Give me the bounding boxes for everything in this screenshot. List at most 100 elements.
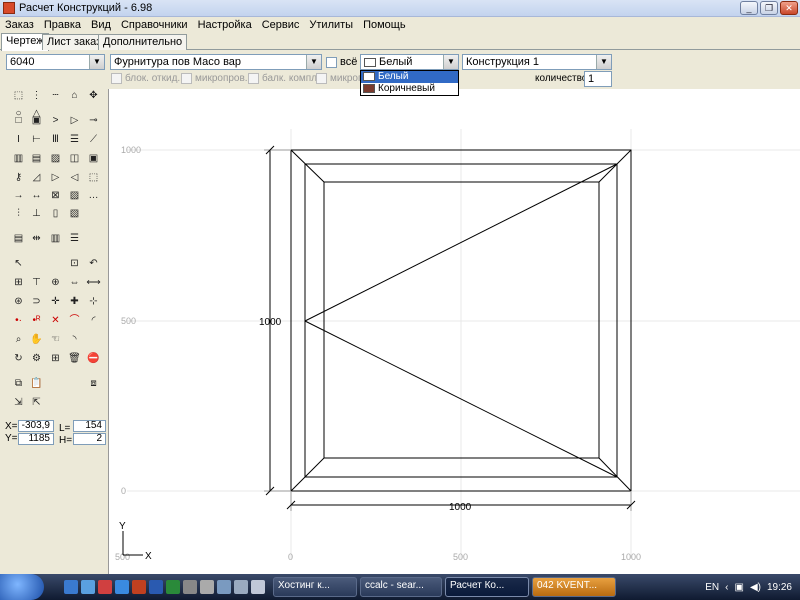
- hand-icon[interactable]: ✋: [29, 333, 44, 348]
- move-cross-icon[interactable]: ✥: [86, 89, 101, 104]
- radius-arc-icon[interactable]: ◜: [86, 314, 101, 329]
- option-checkbox-1[interactable]: [111, 73, 122, 84]
- vertical-line-icon[interactable]: ⋮: [29, 89, 44, 104]
- split-icon[interactable]: ⫶: [11, 207, 26, 222]
- export-icon[interactable]: ⇲: [11, 396, 26, 411]
- list-layout-icon[interactable]: ☰: [67, 232, 82, 247]
- rows-icon[interactable]: ☰: [67, 133, 82, 148]
- color-option-brown[interactable]: Коричневый: [361, 83, 458, 95]
- select-frame-icon[interactable]: ⊞: [11, 276, 26, 291]
- menu-order[interactable]: Заказ: [0, 19, 39, 31]
- height-arc-icon[interactable]: ◝: [67, 333, 82, 348]
- point-pair-icon[interactable]: •·: [11, 314, 26, 329]
- columns-layout-icon[interactable]: ▥: [48, 232, 63, 247]
- chevron-down-icon[interactable]: ▼: [306, 55, 321, 69]
- join-icon[interactable]: ⊥: [29, 207, 44, 222]
- menu-settings[interactable]: Настройка: [193, 19, 257, 31]
- columns-icon[interactable]: Ⅲ: [48, 133, 63, 148]
- taskbar-button-calc[interactable]: Расчет Ко...: [445, 577, 529, 597]
- hatched-box-icon[interactable]: ▨: [67, 189, 82, 204]
- pick-line-icon[interactable]: ⊤: [29, 276, 44, 291]
- paste-icon[interactable]: 📋: [29, 377, 44, 392]
- minimize-button[interactable]: _: [740, 1, 758, 15]
- gear-icon[interactable]: ⚙: [29, 352, 44, 367]
- word-icon[interactable]: [149, 580, 163, 594]
- ie-icon[interactable]: [115, 580, 129, 594]
- plus-align-icon[interactable]: ✚: [67, 295, 82, 310]
- diagonal-icon[interactable]: ⟋: [86, 133, 101, 148]
- arrows-both-icon[interactable]: ↔: [29, 189, 44, 204]
- taskbar-button-kvent[interactable]: 042 KVENT...: [532, 577, 616, 597]
- undo-icon[interactable]: ↶: [86, 257, 101, 272]
- option-checkbox-2[interactable]: [181, 73, 192, 84]
- copy-icon[interactable]: ⧉: [11, 377, 26, 392]
- menu-view[interactable]: Вид: [86, 19, 116, 31]
- drawing-canvas[interactable]: 1000 500 0 500 0 500 1000 Y X 1000 1000: [108, 89, 800, 574]
- dotted-frame-icon[interactable]: ⬚: [86, 171, 101, 186]
- menu-references[interactable]: Справочники: [116, 19, 193, 31]
- quicklaunch-icon[interactable]: [81, 580, 95, 594]
- close-button[interactable]: ✕: [780, 1, 798, 15]
- hatch-icon[interactable]: ▨: [48, 152, 63, 167]
- tab-additional[interactable]: Дополнительно: [98, 34, 188, 50]
- mullion-vertical-icon[interactable]: I: [11, 133, 26, 148]
- origin-xy-icon[interactable]: ⊛: [11, 295, 26, 310]
- turn-right-icon[interactable]: ◁: [67, 171, 82, 186]
- pick-point-icon[interactable]: ⊕: [48, 276, 63, 291]
- menu-help[interactable]: Помощь: [358, 19, 411, 31]
- all-checkbox[interactable]: [326, 57, 337, 68]
- turn-left-icon[interactable]: ▷: [48, 171, 63, 186]
- language-indicator[interactable]: EN: [705, 582, 719, 593]
- grab-icon[interactable]: ☜: [48, 333, 63, 348]
- cross-point-icon[interactable]: ✕: [48, 314, 63, 329]
- radius-point-icon[interactable]: •ᴿ: [29, 314, 44, 329]
- cross-box-icon[interactable]: ⊠: [48, 189, 63, 204]
- quicklaunch-icon[interactable]: [234, 580, 248, 594]
- chevron-down-icon[interactable]: ▼: [443, 55, 458, 69]
- excel-icon[interactable]: [166, 580, 180, 594]
- mullion-horizontal-icon[interactable]: ⊢: [29, 133, 44, 148]
- select-rect-icon[interactable]: ⬚: [11, 89, 26, 104]
- quicklaunch-icon[interactable]: [64, 580, 78, 594]
- square-icon[interactable]: □: [11, 114, 26, 129]
- spacing-icon[interactable]: ⇹: [29, 232, 44, 247]
- trash-icon[interactable]: 🗑: [67, 352, 82, 367]
- option-checkbox-3[interactable]: [248, 73, 259, 84]
- glass-pane-icon[interactable]: ▯: [48, 207, 63, 222]
- volume-icon[interactable]: ◀): [750, 582, 761, 593]
- sash-icon[interactable]: ▷: [67, 114, 82, 129]
- angle-icon[interactable]: >: [48, 114, 63, 129]
- handle-icon[interactable]: ⊸: [86, 114, 101, 129]
- start-button[interactable]: [0, 574, 44, 600]
- maximize-button[interactable]: ❐: [760, 1, 778, 15]
- plus-move-icon[interactable]: ✛: [48, 295, 63, 310]
- menu-utilities[interactable]: Утилиты: [304, 19, 358, 31]
- color-select[interactable]: Белый ▼: [360, 54, 459, 70]
- quantity-input[interactable]: 1: [584, 71, 612, 87]
- stop-icon[interactable]: ⛔: [86, 352, 101, 367]
- profile-select[interactable]: 6040 ▼: [6, 54, 105, 70]
- chevron-down-icon[interactable]: ▼: [89, 55, 104, 69]
- dimension-w-icon[interactable]: ⟷: [86, 276, 101, 291]
- construction-select[interactable]: Конструкция 1 ▼: [462, 54, 612, 70]
- quicklaunch-icon[interactable]: [251, 580, 265, 594]
- refresh-icon[interactable]: ↻: [11, 352, 26, 367]
- quicklaunch-icon[interactable]: [98, 580, 112, 594]
- vertical-lines-icon[interactable]: ▥: [11, 152, 26, 167]
- pointer-icon[interactable]: ↖: [11, 257, 26, 272]
- tilt-icon[interactable]: ◿: [29, 171, 44, 186]
- horizontal-lines-icon[interactable]: ▤: [29, 152, 44, 167]
- menu-edit[interactable]: Правка: [39, 19, 86, 31]
- color-option-white[interactable]: Белый: [361, 71, 458, 83]
- rows-layout-icon[interactable]: ▤: [11, 232, 26, 247]
- corner-align-icon[interactable]: ⊹: [86, 295, 101, 310]
- menu-service[interactable]: Сервис: [257, 19, 305, 31]
- taskbar-button-hosting[interactable]: Хостинг к...: [273, 577, 357, 597]
- tray-chevron-icon[interactable]: ‹: [725, 582, 728, 593]
- dashed-line-icon[interactable]: ┄: [48, 89, 63, 104]
- quicklaunch-icon[interactable]: [200, 580, 214, 594]
- arc-icon[interactable]: ⌒: [67, 314, 82, 329]
- frame-icon[interactable]: ▣: [29, 114, 44, 129]
- arch-shape-icon[interactable]: ⌂: [67, 89, 82, 104]
- key-icon[interactable]: ⚷: [11, 171, 26, 186]
